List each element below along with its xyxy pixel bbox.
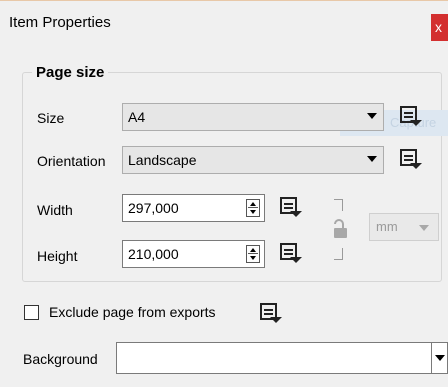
orientation-label: Orientation bbox=[37, 153, 106, 169]
panel-titlebar: Item Properties bbox=[0, 1, 448, 45]
size-select[interactable]: A4 bbox=[122, 103, 384, 131]
data-defined-override-icon[interactable] bbox=[277, 196, 303, 218]
height-label: Height bbox=[37, 248, 78, 264]
page-size-group-title: Page size bbox=[32, 64, 109, 81]
data-defined-override-icon[interactable] bbox=[397, 148, 423, 170]
width-label: Width bbox=[37, 202, 73, 218]
size-label: Size bbox=[37, 110, 65, 126]
ratio-link-top-bracket bbox=[334, 199, 343, 211]
size-select-value: A4 bbox=[128, 109, 146, 125]
width-input[interactable]: 297,000 bbox=[122, 194, 265, 222]
exclude-page-checkbox[interactable] bbox=[24, 305, 39, 320]
data-defined-override-icon[interactable] bbox=[397, 105, 423, 127]
height-input-value: 210,000 bbox=[128, 246, 179, 262]
chevron-down-icon bbox=[367, 156, 377, 162]
units-select-value: mm bbox=[376, 219, 398, 234]
exclude-page-label[interactable]: Exclude page from exports bbox=[49, 304, 216, 320]
ratio-link-bottom-bracket bbox=[334, 248, 343, 260]
data-defined-override-icon[interactable] bbox=[277, 242, 303, 264]
background-label: Background bbox=[23, 351, 98, 367]
background-select[interactable] bbox=[116, 342, 448, 374]
height-input[interactable]: 210,000 bbox=[122, 240, 265, 268]
width-spinner-icon[interactable] bbox=[246, 199, 260, 217]
chevron-down-icon bbox=[367, 113, 377, 119]
chevron-down-icon bbox=[419, 225, 429, 231]
width-input-value: 297,000 bbox=[128, 200, 179, 216]
close-button[interactable]: x bbox=[431, 14, 448, 41]
panel-title: Item Properties bbox=[9, 14, 111, 31]
orientation-select[interactable]: Landscape bbox=[122, 146, 384, 174]
close-icon: x bbox=[435, 19, 442, 35]
units-select[interactable]: mm bbox=[369, 213, 439, 241]
height-spinner-icon[interactable] bbox=[246, 245, 260, 263]
data-defined-override-icon[interactable] bbox=[257, 302, 283, 324]
orientation-select-value: Landscape bbox=[128, 152, 197, 168]
lock-open-icon[interactable] bbox=[332, 218, 350, 243]
chevron-down-icon bbox=[435, 355, 445, 361]
